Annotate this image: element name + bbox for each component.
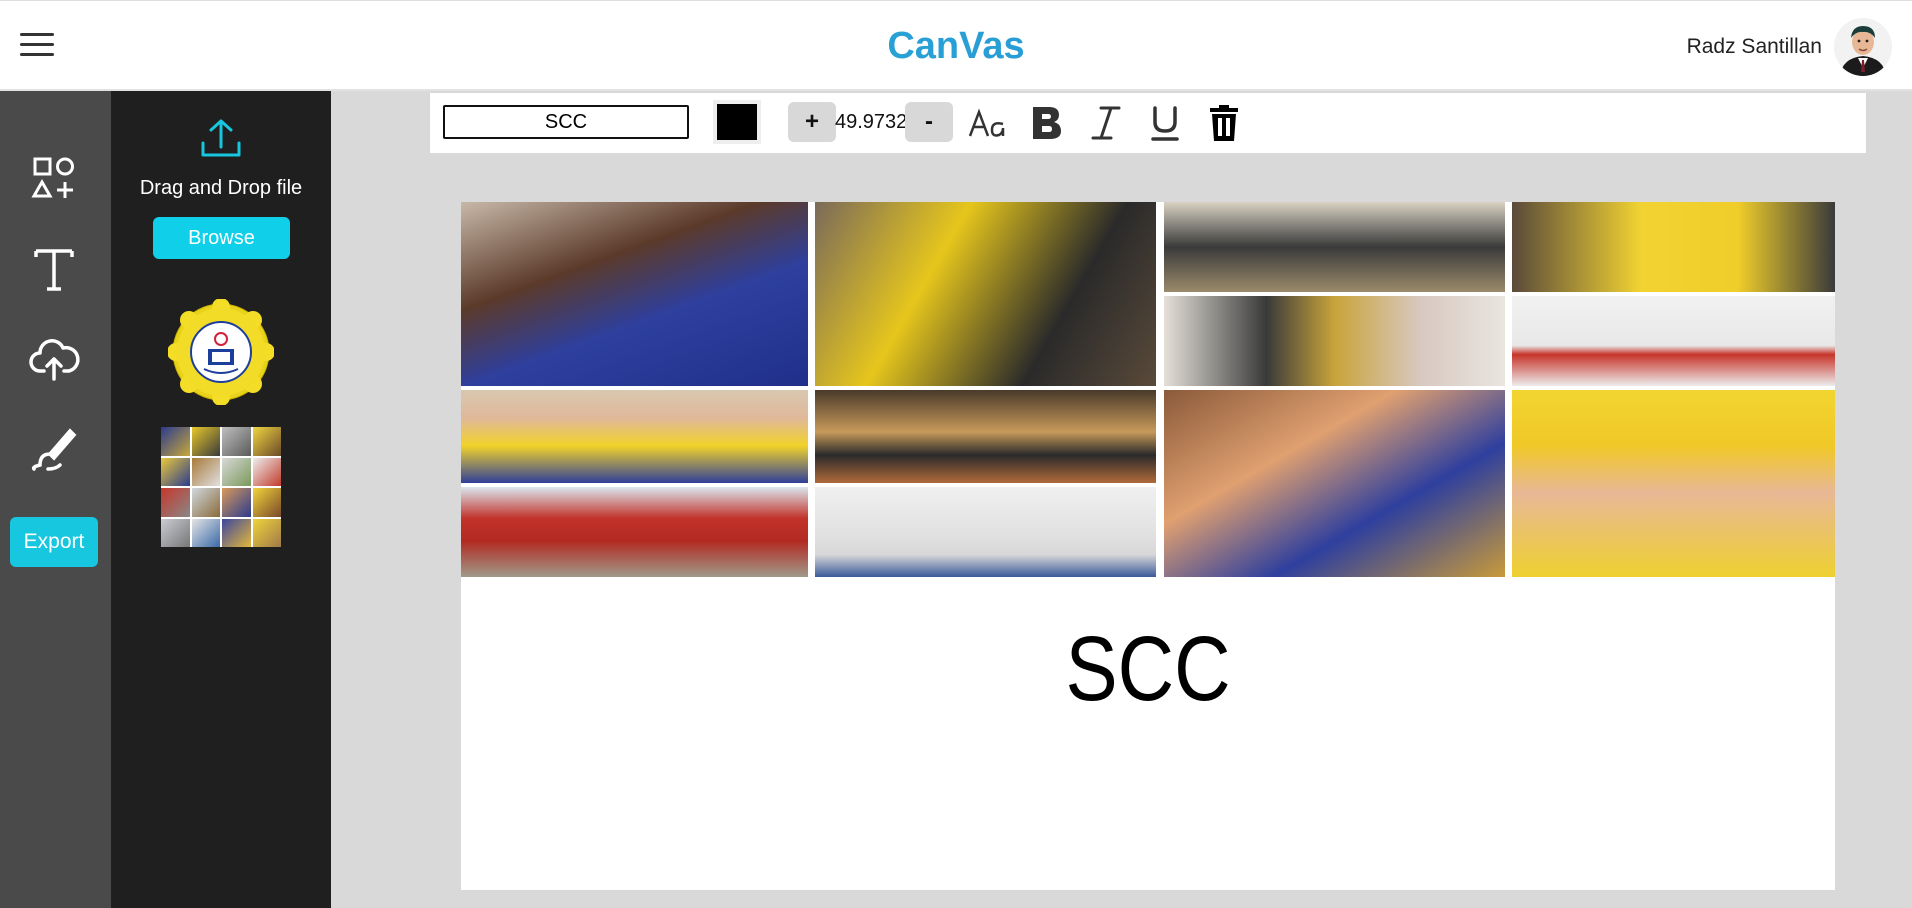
- upload-icon[interactable]: [197, 117, 245, 161]
- underline-icon[interactable]: [1143, 101, 1187, 145]
- tool-rail: Export: [0, 91, 111, 908]
- drag-drop-label: Drag and Drop file: [139, 177, 303, 199]
- design-canvas[interactable]: SCC: [461, 202, 1835, 890]
- collage-photo-student-bar: [815, 202, 1156, 386]
- top-bar: CanVas Radz Santillan: [0, 0, 1912, 91]
- photo-collage[interactable]: [461, 202, 1835, 577]
- collage-photo-student-portrait: [1164, 390, 1505, 577]
- bold-icon[interactable]: [1025, 101, 1069, 145]
- brush-icon[interactable]: [26, 421, 82, 477]
- color-swatch-fill: [717, 104, 757, 140]
- app-title: CanVas: [0, 25, 1912, 68]
- collage-photo-chef-smiling: [1512, 390, 1835, 577]
- collage-photo-front-desk: [1512, 296, 1835, 386]
- collage-photo-computer-lab: [1164, 202, 1505, 292]
- shapes-icon[interactable]: [26, 151, 82, 207]
- collage-photo-lobby: [1164, 296, 1505, 386]
- collage-photo-campus-building: [461, 487, 808, 577]
- collage-photo-chef-rolling-pin: [1512, 202, 1835, 292]
- export-button[interactable]: Export: [10, 517, 98, 567]
- browse-button[interactable]: Browse: [153, 217, 290, 259]
- upload-panel: Drag and Drop file Browse: [111, 91, 331, 908]
- text-color-picker[interactable]: [713, 100, 761, 144]
- text-content-field[interactable]: [443, 105, 689, 139]
- collage-photo-reception: [815, 487, 1156, 577]
- collage-photo-student-cooking: [461, 202, 808, 386]
- hamburger-menu-icon[interactable]: [20, 33, 54, 59]
- text-toolbar: + 49.9732 -: [430, 93, 1866, 153]
- font-icon[interactable]: [966, 101, 1010, 145]
- font-size-value: 49.9732: [835, 111, 908, 133]
- trash-icon[interactable]: [1202, 101, 1246, 145]
- collage-photo-students-group: [461, 390, 808, 483]
- canvas-text-element[interactable]: SCC: [564, 617, 1732, 722]
- increase-font-size-button[interactable]: +: [788, 102, 836, 142]
- decrease-font-size-button[interactable]: -: [905, 102, 953, 142]
- collage-thumbnail[interactable]: [161, 427, 281, 547]
- italic-icon[interactable]: [1084, 101, 1128, 145]
- avatar[interactable]: [1834, 18, 1892, 76]
- upload-cloud-icon[interactable]: [26, 331, 82, 387]
- collage-photo-cafe-counter: [815, 390, 1156, 483]
- school-seal-thumbnail[interactable]: [167, 298, 275, 406]
- text-icon[interactable]: [26, 241, 82, 297]
- user-name: Radz Santillan: [1686, 35, 1822, 58]
